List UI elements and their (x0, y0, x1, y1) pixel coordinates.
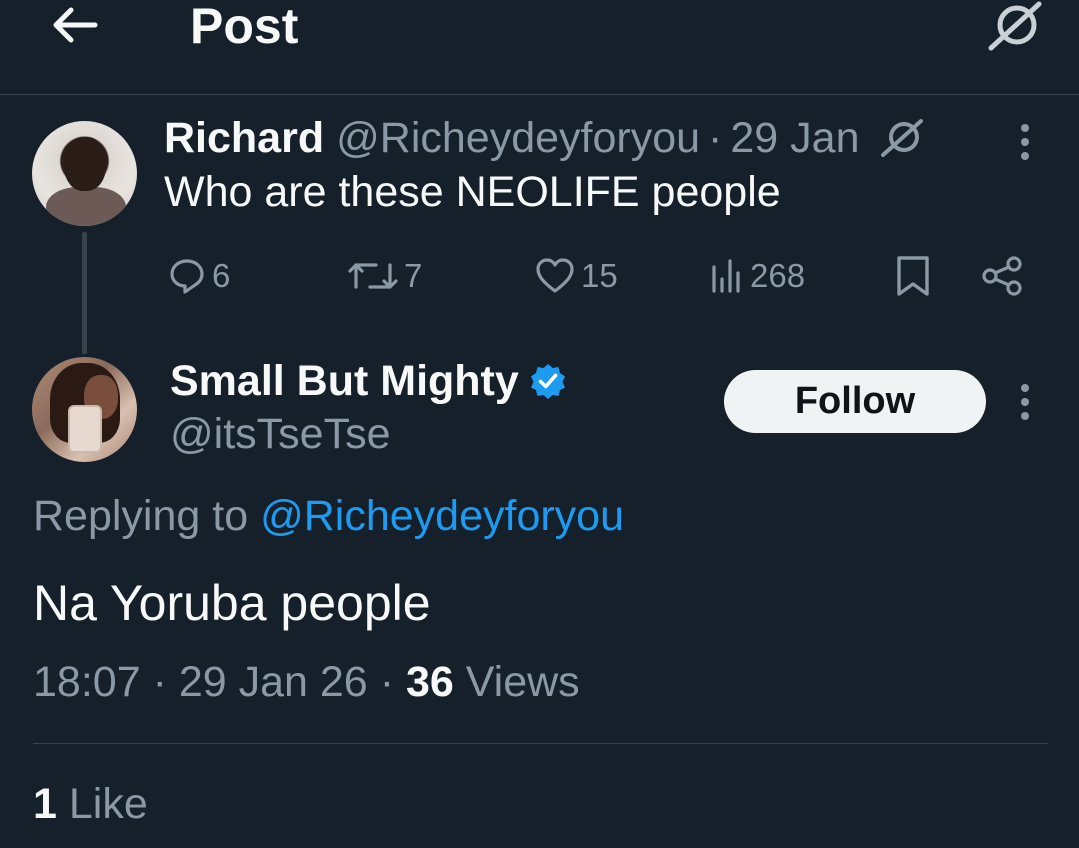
page-title: Post (190, 0, 299, 54)
like-count: 15 (581, 257, 618, 294)
views-count: 268 (750, 257, 806, 294)
likes-count: 1 (33, 780, 57, 828)
post-views-label: Views (453, 658, 580, 706)
avatar-richard[interactable] (32, 121, 137, 226)
follow-button[interactable]: Follow (724, 370, 986, 433)
grok-explain-button[interactable] (879, 118, 925, 158)
parent-display-name[interactable]: Richard (164, 114, 324, 163)
likes-summary[interactable]: 1 Like (33, 780, 148, 829)
bookmark-button[interactable] (893, 248, 933, 304)
separator-dot: · (152, 658, 167, 706)
replying-to-line: Replying to @Richeydeyforyou (33, 492, 624, 541)
bookmark-icon (897, 256, 929, 296)
arrow-left-icon (53, 7, 98, 43)
separator-dot: · (379, 658, 395, 706)
top-bar: Post (0, 0, 1079, 95)
replying-to-mention[interactable]: @Richeydeyforyou (260, 492, 624, 540)
repost-button[interactable]: 7 (348, 248, 422, 304)
views-button[interactable]: 268 (710, 248, 805, 304)
more-vertical-icon (1021, 384, 1029, 420)
author-name-row: Small But Mighty (170, 354, 567, 408)
avatar-figure-body (46, 187, 126, 226)
verified-badge-icon[interactable] (529, 362, 567, 400)
author-handle[interactable]: @itsTseTse (170, 410, 390, 459)
repost-count: 7 (404, 257, 423, 294)
reply-count: 6 (212, 257, 231, 294)
parent-post-text: Who are these NEOLIFE people (164, 168, 781, 216)
grok-icon (988, 1, 1042, 51)
replying-to-label: Replying to (33, 492, 261, 540)
avatar-phone (68, 405, 102, 453)
share-icon (982, 256, 1022, 296)
post-views-count: 36 (405, 658, 454, 706)
parent-action-bar: 6 7 15 268 (0, 248, 1079, 304)
likes-label: Like (56, 780, 148, 828)
parent-more-button[interactable] (1010, 117, 1040, 167)
separator-dot: · (708, 113, 723, 162)
parent-post-header: Richard @Richeydeyforyou · 29 Jan (164, 112, 925, 164)
post-metadata: 18:07 · 29 Jan 26 · 36 Views (33, 658, 580, 707)
reply-icon (170, 259, 204, 294)
grok-button[interactable] (982, 0, 1048, 52)
reply-button[interactable]: 6 (168, 248, 230, 304)
back-button[interactable] (40, 0, 110, 50)
repost-icon (348, 263, 398, 289)
grok-icon (881, 119, 924, 157)
avatar-figure-face (64, 137, 106, 191)
heart-icon (536, 258, 574, 293)
more-vertical-icon (1021, 124, 1029, 160)
post-date[interactable]: 29 Jan 26 (179, 658, 368, 706)
like-button[interactable]: 15 (535, 248, 618, 304)
author-display-name[interactable]: Small But Mighty (170, 357, 519, 406)
share-button[interactable] (980, 248, 1024, 304)
post-text: Na Yoruba people (33, 575, 431, 631)
divider (33, 743, 1048, 744)
analytics-icon (712, 259, 740, 293)
parent-date[interactable]: 29 Jan (730, 114, 859, 163)
post-time[interactable]: 18:07 (33, 658, 141, 706)
post-more-button[interactable] (1010, 377, 1040, 427)
avatar-small-but-mighty[interactable] (32, 357, 137, 462)
parent-handle[interactable]: @Richeydeyforyou (336, 114, 700, 163)
